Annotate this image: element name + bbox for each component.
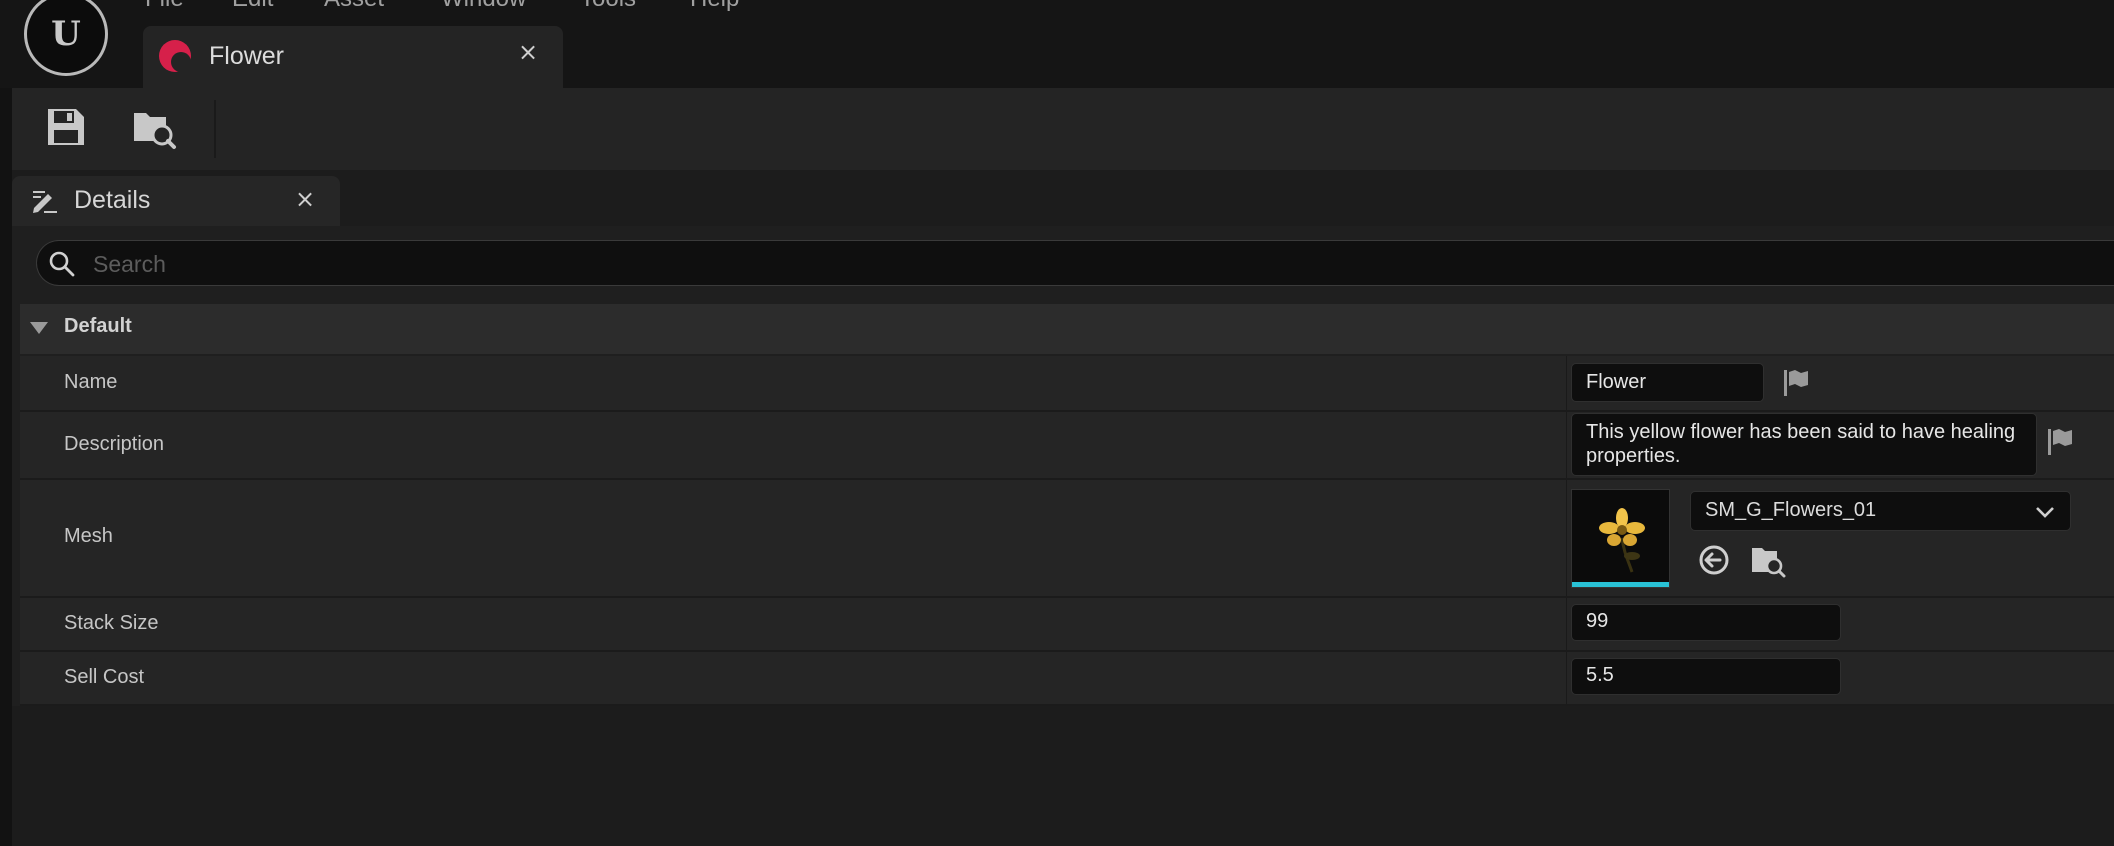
- edit-pencil-icon: [30, 186, 60, 216]
- property-row-name: Name Flower: [20, 356, 2114, 412]
- column-splitter[interactable]: [1566, 412, 1567, 478]
- mesh-dropdown-value: SM_G_Flowers_01: [1705, 499, 1877, 521]
- browse-to-asset-icon[interactable]: [130, 103, 178, 151]
- asset-tab-label: Flower: [209, 42, 285, 70]
- property-label-sell-cost: Sell Cost: [64, 666, 145, 688]
- name-field[interactable]: Flower: [1571, 363, 1764, 402]
- property-label-mesh: Mesh: [64, 525, 113, 547]
- property-label-name: Name: [64, 371, 118, 393]
- property-row-sell-cost: Sell Cost 5.5: [20, 652, 2114, 706]
- category-default[interactable]: Default: [20, 304, 2114, 354]
- property-label-description: Description: [64, 433, 165, 455]
- search-box: [36, 240, 2114, 286]
- search-icon: [47, 249, 77, 279]
- menu-edit[interactable]: Edit: [232, 0, 273, 13]
- description-field[interactable]: This yellow flower has been said to have…: [1571, 413, 2037, 476]
- asset-type-bar: [1572, 582, 1669, 587]
- mesh-dropdown[interactable]: SM_G_Flowers_01: [1690, 491, 2071, 531]
- chevron-down-icon: [2035, 504, 2055, 518]
- menu-window[interactable]: Window: [441, 0, 526, 13]
- sell-cost-field[interactable]: 5.5: [1571, 658, 1841, 695]
- column-splitter[interactable]: [1566, 356, 1567, 410]
- close-details-icon[interactable]: ×: [295, 185, 315, 213]
- close-tab-icon[interactable]: ×: [518, 38, 538, 66]
- column-splitter[interactable]: [1566, 598, 1567, 650]
- menu-file[interactable]: File: [145, 0, 184, 13]
- flag-icon[interactable]: [2045, 427, 2075, 457]
- save-icon[interactable]: [42, 103, 90, 151]
- use-selected-asset-icon[interactable]: [1698, 544, 1730, 576]
- asset-tab[interactable]: Flower ×: [143, 26, 563, 88]
- details-empty-area: [12, 706, 2114, 846]
- data-asset-icon: [159, 40, 191, 72]
- menu-help[interactable]: Help: [690, 0, 739, 13]
- property-row-description: Description This yellow flower has been …: [20, 412, 2114, 480]
- details-tab-label: Details: [74, 186, 151, 214]
- column-splitter[interactable]: [1566, 652, 1567, 704]
- browse-to-asset-icon[interactable]: [1750, 542, 1786, 578]
- mesh-thumbnail[interactable]: [1571, 489, 1670, 588]
- toolbar-separator: [214, 100, 216, 158]
- menu-tools[interactable]: Tools: [580, 0, 636, 13]
- property-row-stack-size: Stack Size 99: [20, 598, 2114, 652]
- category-label: Default: [64, 315, 132, 337]
- triangle-down-icon: [30, 321, 48, 335]
- property-label-stack-size: Stack Size: [64, 612, 159, 634]
- details-tab[interactable]: Details ×: [12, 176, 340, 226]
- search-input[interactable]: [91, 247, 1995, 281]
- toolbar: [12, 88, 2114, 170]
- left-edge-strip: [0, 88, 12, 846]
- menu-asset[interactable]: Asset: [324, 0, 384, 13]
- column-splitter[interactable]: [1566, 480, 1567, 596]
- flag-icon[interactable]: [1781, 368, 1811, 398]
- stack-size-field[interactable]: 99: [1571, 604, 1841, 641]
